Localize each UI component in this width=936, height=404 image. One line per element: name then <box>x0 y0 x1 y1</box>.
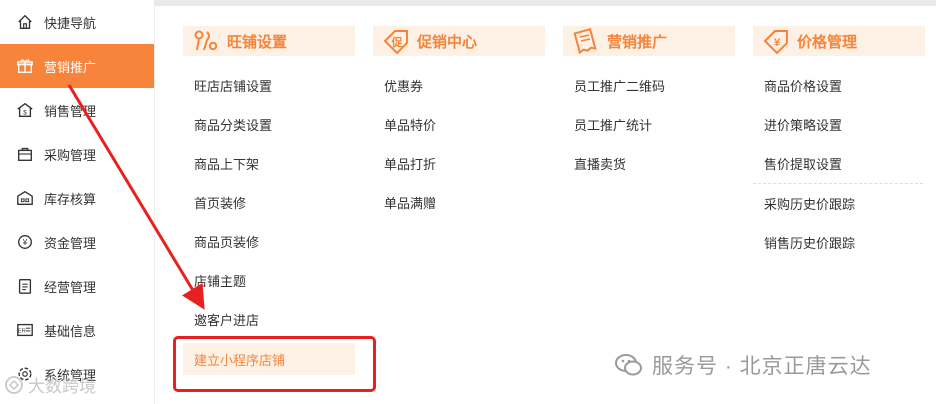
menu-item-create-miniprogram-shop[interactable]: 建立小程序店铺 <box>183 343 355 375</box>
svg-text:促: 促 <box>391 35 404 49</box>
gift-icon <box>14 55 36 77</box>
sidebar-item-inventory[interactable]: 库存核算 <box>0 176 154 220</box>
menu-item-staff-qrcode[interactable]: 员工推广二维码 <box>563 66 735 105</box>
id-card-icon: ER <box>14 319 36 341</box>
watermark: 服务号 · 北京正唐云达 <box>614 350 872 380</box>
sidebar-item-sales[interactable]: $ 销售管理 <box>0 88 154 132</box>
menu-item-sales-price-history[interactable]: 销售历史价跟踪 <box>753 223 925 262</box>
sidebar-item-label: 销售管理 <box>44 103 97 119</box>
sidebar-item-label: 经营管理 <box>44 279 97 295</box>
menu-column-price-management: ¥ 价格管理 商品价格设置 进价策略设置 售价提取设置 采购历史价跟踪 销售历史… <box>753 26 925 262</box>
menu-column-marketing-promo: 营销推广 员工推广二维码 员工推广统计 直播卖货 <box>563 26 735 183</box>
menu-item-staff-stats[interactable]: 员工推广统计 <box>563 105 735 144</box>
menu-item-homepage-decor[interactable]: 首页装修 <box>183 183 355 222</box>
menu-item-product-page-decor[interactable]: 商品页装修 <box>183 222 355 261</box>
clipboard-icon <box>14 275 36 297</box>
menu-column-shop-settings: 旺铺设置 旺店店铺设置 商品分类设置 商品上下架 首页装修 商品页装修 店铺主题… <box>183 26 355 375</box>
watermark-text: 服务号 · 北京正唐云达 <box>652 355 872 378</box>
menu-item-discount[interactable]: 单品打折 <box>373 144 545 183</box>
menu-item-coupon[interactable]: 优惠券 <box>373 66 545 105</box>
sidebar-item-operations[interactable]: 经营管理 <box>0 264 154 308</box>
sidebar-item-purchase[interactable]: 采购管理 <box>0 132 154 176</box>
menu-column-header: ¥ 价格管理 <box>753 26 925 56</box>
sidebar-item-label: 库存核算 <box>44 191 97 207</box>
menu-item-sale-price-extract[interactable]: 售价提取设置 <box>753 144 925 183</box>
brand-logo-icon <box>4 375 24 395</box>
watermark-bottom-left: 大数跨境 <box>4 372 96 397</box>
promotion-tag-icon: 促 <box>381 28 413 54</box>
sidebar-item-label: 基础信息 <box>44 323 97 339</box>
menu-column-title: 促销中心 <box>417 33 478 51</box>
money-house-icon: $ <box>14 99 36 121</box>
menu-column-title: 价格管理 <box>797 33 858 51</box>
receipt-icon <box>571 28 603 54</box>
menu-item-gift[interactable]: 单品满赠 <box>373 183 545 222</box>
sidebar-item-label: 营销推广 <box>44 59 97 75</box>
warehouse-icon <box>14 187 36 209</box>
menu-item-purchase-price-history[interactable]: 采购历史价跟踪 <box>753 184 925 223</box>
sidebar: 快捷导航 营销推广 $ 销售管理 采购管理 库存核算 ¥ 资金管理 经营管理 E… <box>0 0 162 404</box>
price-tag-icon: ¥ <box>761 28 793 54</box>
menu-item-product-listing[interactable]: 商品上下架 <box>183 144 355 183</box>
svg-text:ER: ER <box>18 328 26 334</box>
menu-column-header: 促 促销中心 <box>373 26 545 56</box>
sidebar-item-quick-nav[interactable]: 快捷导航 <box>0 0 154 44</box>
wechat-icon <box>614 351 644 379</box>
shopping-bag-icon <box>14 143 36 165</box>
svg-text:¥: ¥ <box>22 238 28 247</box>
menu-item-shop-settings[interactable]: 旺店店铺设置 <box>183 66 355 105</box>
sidebar-item-marketing[interactable]: 营销推广 <box>0 44 162 88</box>
menu-item-shop-theme[interactable]: 店铺主题 <box>183 261 355 300</box>
svg-text:$: $ <box>23 110 27 117</box>
home-icon <box>14 11 36 33</box>
sidebar-item-basic-info[interactable]: ER 基础信息 <box>0 308 154 352</box>
watermark-bottom-text: 大数跨境 <box>28 377 96 396</box>
menu-item-category-settings[interactable]: 商品分类设置 <box>183 105 355 144</box>
sidebar-item-label: 快捷导航 <box>44 15 97 31</box>
menu-column-title: 营销推广 <box>607 33 668 51</box>
menu-item-cost-strategy[interactable]: 进价策略设置 <box>753 105 925 144</box>
menu-item-product-price[interactable]: 商品价格设置 <box>753 66 925 105</box>
menu-column-promotion-center: 促 促销中心 优惠券 单品特价 单品打折 单品满赠 <box>373 26 545 222</box>
menu-item-special-price[interactable]: 单品特价 <box>373 105 545 144</box>
yen-coin-icon: ¥ <box>14 231 36 253</box>
sidebar-item-label: 资金管理 <box>44 235 97 251</box>
tools-icon <box>191 28 223 54</box>
menu-item-live-selling[interactable]: 直播卖货 <box>563 144 735 183</box>
sidebar-item-funds[interactable]: ¥ 资金管理 <box>0 220 154 264</box>
menu-column-header: 营销推广 <box>563 26 735 56</box>
sidebar-item-label: 采购管理 <box>44 147 97 163</box>
marketing-menu-panel: 旺铺设置 旺店店铺设置 商品分类设置 商品上下架 首页装修 商品页装修 店铺主题… <box>154 0 936 404</box>
menu-column-header: 旺铺设置 <box>183 26 355 56</box>
menu-column-title: 旺铺设置 <box>227 33 288 51</box>
app-root: 快捷导航 营销推广 $ 销售管理 采购管理 库存核算 ¥ 资金管理 经营管理 E… <box>0 0 936 404</box>
menu-item-invite-customers[interactable]: 邀客户进店 <box>183 300 355 339</box>
svg-text:¥: ¥ <box>774 37 781 49</box>
